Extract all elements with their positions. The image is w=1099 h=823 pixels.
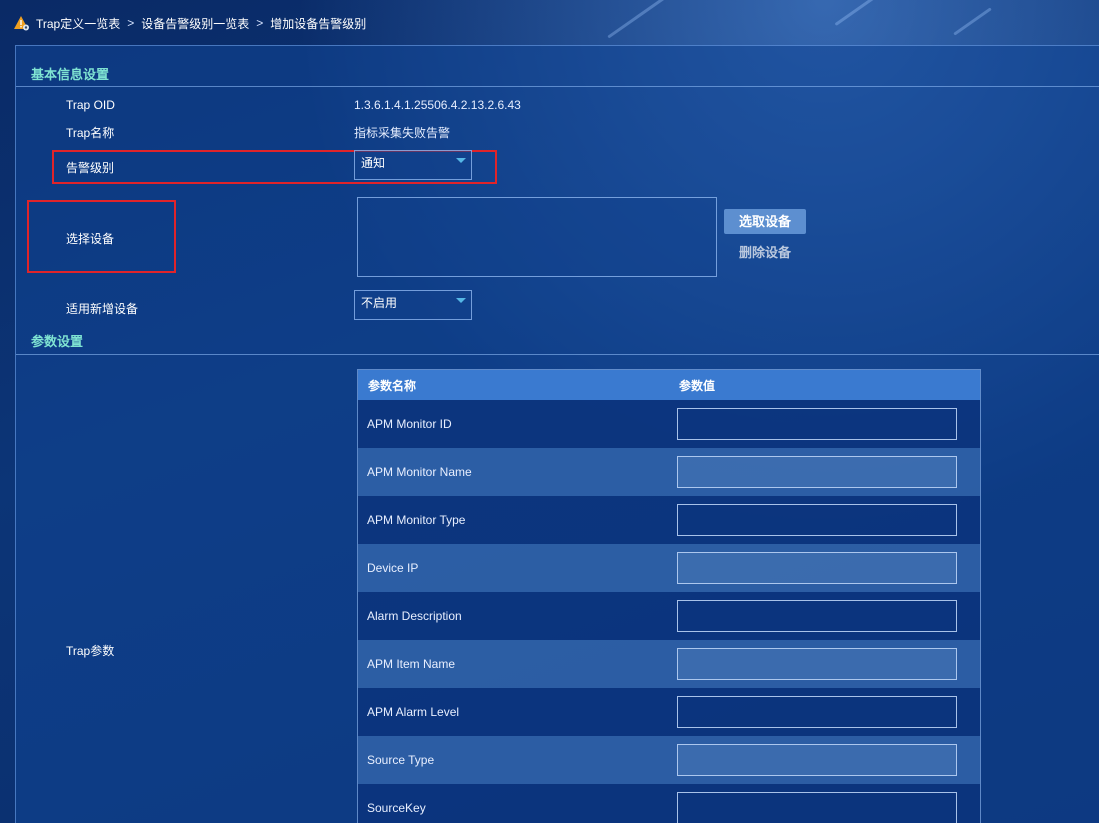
trap-name-value: 指标采集失败告警: [354, 126, 451, 140]
param-name: APM Monitor Type: [367, 513, 466, 527]
section-title-basic: 基本信息设置: [31, 67, 110, 82]
param-value-input[interactable]: [677, 744, 957, 776]
params-table-header: 参数名称 参数值: [358, 370, 980, 400]
breadcrumb: Trap定义一览表 > 设备告警级别一览表 > 增加设备告警级别: [14, 12, 366, 34]
table-row: APM Monitor Name: [358, 448, 980, 496]
param-value-input[interactable]: [677, 792, 957, 823]
selected-devices-list[interactable]: [357, 197, 717, 277]
param-name: APM Monitor ID: [367, 417, 452, 431]
section-divider: [16, 86, 1099, 87]
trap-params-label: Trap参数: [66, 644, 115, 658]
breadcrumb-separator: >: [127, 16, 135, 30]
apply-new-device-select[interactable]: 不启用: [354, 290, 472, 320]
param-name: APM Item Name: [367, 657, 456, 671]
params-table: 参数名称 参数值 APM Monitor ID APM Monitor Name…: [357, 369, 981, 823]
breadcrumb-item-device-alarm-list[interactable]: 设备告警级别一览表: [141, 15, 249, 32]
section-title-params: 参数设置: [31, 334, 84, 349]
param-name: APM Monitor Name: [367, 465, 472, 479]
pick-device-button[interactable]: 选取设备: [724, 209, 806, 234]
section-divider: [16, 354, 1099, 355]
table-row: APM Monitor ID: [358, 400, 980, 448]
alarm-level-select[interactable]: 通知: [354, 150, 472, 180]
warning-gear-icon: [14, 15, 30, 31]
table-row: APM Item Name: [358, 640, 980, 688]
param-name: Source Type: [367, 753, 435, 767]
column-header-param-name: 参数名称: [368, 378, 417, 393]
table-row: Alarm Description: [358, 592, 980, 640]
bg-streak: [607, 0, 683, 39]
param-value-input[interactable]: [677, 552, 957, 584]
caret-down-icon: [456, 298, 466, 303]
breadcrumb-separator: >: [256, 16, 264, 30]
trap-oid-value: 1.3.6.1.4.1.25506.4.2.13.2.6.43: [354, 98, 521, 112]
param-value-input[interactable]: [677, 456, 957, 488]
param-name: SourceKey: [367, 801, 426, 815]
apply-new-device-label: 适用新增设备: [66, 302, 139, 316]
main-panel: 基本信息设置 Trap OID 1.3.6.1.4.1.25506.4.2.13…: [15, 45, 1099, 823]
table-row: Source Type: [358, 736, 980, 784]
trap-oid-label: Trap OID: [66, 98, 115, 112]
table-row: APM Monitor Type: [358, 496, 980, 544]
bg-streak: [834, 0, 886, 26]
breadcrumb-item-trap-list[interactable]: Trap定义一览表: [36, 15, 120, 32]
param-value-input[interactable]: [677, 408, 957, 440]
param-value-input[interactable]: [677, 648, 957, 680]
param-name: APM Alarm Level: [367, 705, 460, 719]
param-value-input[interactable]: [677, 600, 957, 632]
param-name: Device IP: [367, 561, 419, 575]
trap-name-label: Trap名称: [66, 126, 115, 140]
param-value-input[interactable]: [677, 504, 957, 536]
table-row: Device IP: [358, 544, 980, 592]
param-value-input[interactable]: [677, 696, 957, 728]
alarm-level-value: 通知: [361, 156, 386, 170]
alarm-level-label: 告警级别: [66, 161, 115, 175]
select-device-label: 选择设备: [66, 232, 115, 246]
table-row: SourceKey: [358, 784, 980, 823]
table-row: APM Alarm Level: [358, 688, 980, 736]
delete-device-button[interactable]: 删除设备: [739, 242, 791, 261]
bg-streak: [953, 7, 992, 36]
param-name: Alarm Description: [367, 609, 462, 623]
breadcrumb-item-current: 增加设备告警级别: [270, 16, 367, 31]
column-header-param-value: 参数值: [679, 378, 716, 393]
caret-down-icon: [456, 158, 466, 163]
apply-new-device-value: 不启用: [361, 296, 398, 310]
